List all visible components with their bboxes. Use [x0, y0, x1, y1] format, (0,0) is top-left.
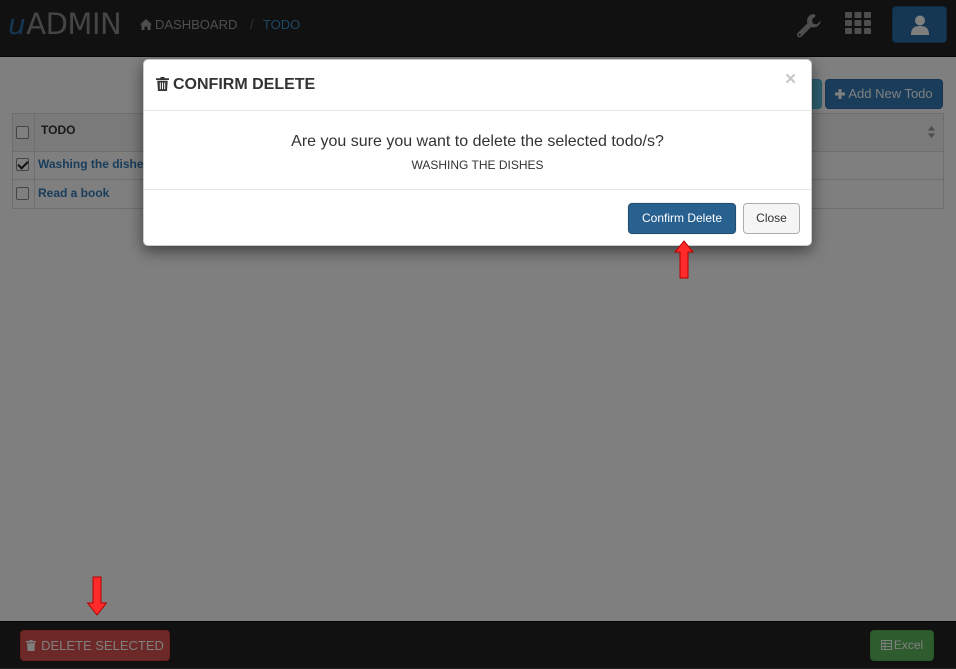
modal-title-text: CONFIRM DELETE [173, 76, 316, 93]
modal-close-icon[interactable]: × [785, 70, 796, 90]
arrow-up-annotation-icon [674, 240, 694, 279]
confirm-delete-modal: CONFIRM DELETE × Are you sure you want t… [143, 59, 812, 246]
confirm-delete-button[interactable]: Confirm Delete [628, 203, 736, 234]
arrow-down-annotation-icon [86, 576, 108, 616]
trash-icon [156, 77, 169, 91]
modal-title: CONFIRM DELETE [156, 75, 315, 95]
modal-body: Are you sure you want to delete the sele… [144, 111, 811, 190]
selected-item-name: WASHING THE DISHES [411, 158, 544, 172]
confirm-question: Are you sure you want to delete the sele… [291, 133, 664, 150]
close-button[interactable]: Close [743, 203, 800, 234]
modal-header: CONFIRM DELETE × [144, 60, 811, 111]
